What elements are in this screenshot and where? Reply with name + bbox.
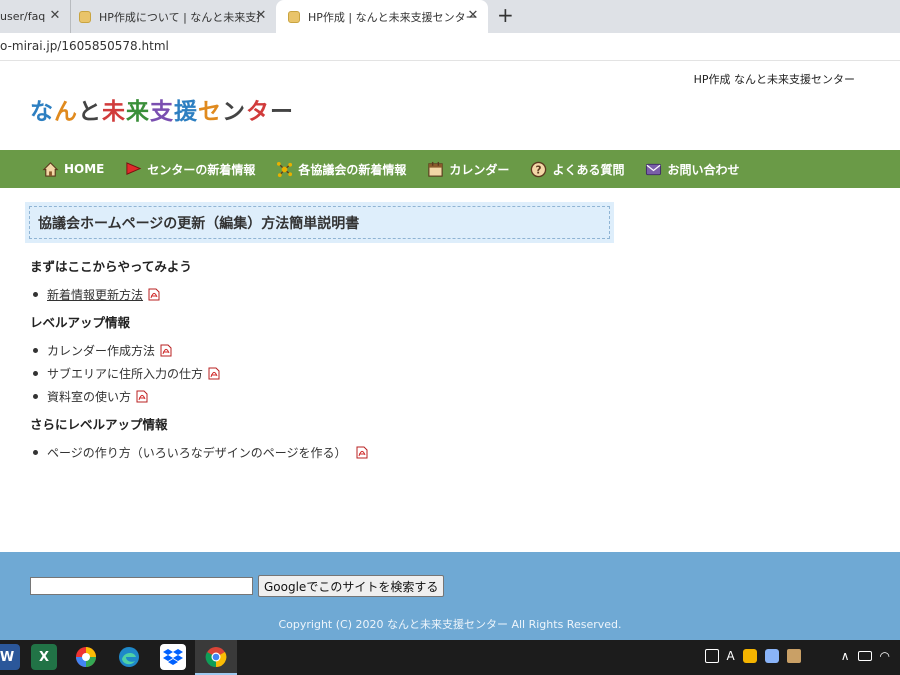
tray-app-icon[interactable] [786, 649, 801, 663]
site-search-input[interactable] [30, 577, 253, 595]
nav-label: カレンダー [449, 162, 510, 177]
browser-tab[interactable]: HP作成について | なんと未来支援セ ✕ [70, 0, 276, 33]
pdf-icon[interactable] [208, 367, 220, 380]
site-logo[interactable]: なんと未来支援センター [30, 92, 294, 126]
main-content: まずはここからやってみよう 新着情報更新方法 レベルアップ情報 カレンダー作成方… [30, 256, 630, 470]
pdf-icon[interactable] [136, 390, 148, 403]
browser-tab-strip: user/faq ✕ HP作成について | なんと未来支援セ ✕ HP作成 | … [0, 0, 900, 33]
chrome-icon[interactable] [195, 640, 237, 675]
tray-app-icon[interactable] [742, 649, 757, 663]
page-title-box: 協議会ホームページの更新（編集）方法簡単説明書 [25, 202, 614, 243]
logo-char: 未 [102, 99, 126, 125]
address-bar[interactable]: o-mirai.jp/1605850578.html [0, 33, 900, 61]
tab-label: user/faq [0, 10, 46, 23]
logo-char: ん [54, 99, 78, 125]
logo-char: 来 [126, 99, 150, 125]
browser-tab[interactable]: user/faq ✕ [0, 0, 70, 33]
section-heading: さらにレベルアップ情報 [30, 417, 168, 432]
main-nav: HOME センターの新着情報 各協議会の新着情報 カレンダー ? よくある質問 … [0, 150, 900, 188]
nav-item-faq[interactable]: ? よくある質問 [530, 161, 624, 178]
question-icon: ? [531, 161, 547, 177]
section-heading: レベルアップ情報 [30, 315, 131, 330]
flag-icon [126, 161, 142, 175]
nav-label: センターの新着情報 [147, 162, 256, 177]
mail-icon [646, 163, 662, 175]
web-page: HP作成 なんと未来支援センター なんと未来支援センター HOME センターの新… [0, 62, 900, 640]
edge-icon[interactable] [116, 644, 142, 670]
home-icon [42, 161, 59, 177]
logo-char: 支 [150, 99, 174, 125]
nav-item-home[interactable]: HOME [42, 161, 104, 178]
favicon-icon [288, 10, 300, 23]
copyright-text: Copyright (C) 2020 なんと未来支援センター All Right… [278, 618, 622, 631]
pdf-icon[interactable] [148, 288, 160, 301]
google-search-button[interactable]: Googleでこのサイトを検索する [258, 575, 445, 597]
clipboard-icon[interactable] [704, 649, 719, 663]
ime-indicator[interactable]: A [727, 649, 735, 663]
nav-item-center-news[interactable]: センターの新着情報 [125, 161, 255, 178]
tab-close-icon[interactable]: ✕ [254, 9, 268, 23]
photos-icon[interactable] [73, 644, 99, 670]
battery-icon[interactable] [857, 651, 872, 661]
logo-char: タ [246, 99, 270, 125]
browser-tab-active[interactable]: HP作成 | なんと未来支援センター ✕ [276, 0, 488, 33]
word-icon[interactable]: W [0, 644, 20, 670]
system-tray: A ∧ ◠ [704, 649, 890, 663]
logo-char: な [30, 99, 54, 125]
pdf-icon[interactable] [160, 344, 172, 357]
document-list: ページの作り方（いろいろなデザインのページを作る） [30, 441, 630, 464]
logo-char: 援 [174, 99, 198, 125]
nav-item-council-news[interactable]: 各協議会の新着情報 [276, 161, 406, 178]
tab-close-icon[interactable]: ✕ [48, 9, 62, 23]
nav-label: お問い合わせ [667, 162, 740, 177]
calendar-icon [428, 161, 444, 177]
logo-char: ン [222, 99, 246, 125]
document-list: カレンダー作成方法 サブエリアに住所入力の仕方 資料室の使い方 [30, 339, 630, 408]
svg-text:?: ? [536, 164, 542, 176]
page-title: 協議会ホームページの更新（編集）方法簡単説明書 [29, 206, 610, 239]
new-tab-button[interactable]: + [497, 5, 514, 25]
dropbox-icon[interactable] [160, 644, 186, 670]
logo-char: と [78, 99, 102, 125]
list-item: サブエリアに住所入力の仕方 [30, 362, 630, 385]
tab-label: HP作成 | なんと未来支援センター [308, 10, 477, 24]
logo-char: ー [270, 99, 294, 125]
nav-item-calendar[interactable]: カレンダー [427, 161, 509, 178]
network-icon [277, 161, 293, 177]
document-list: 新着情報更新方法 [30, 283, 630, 306]
doc-link-page-design[interactable]: ページの作り方（いろいろなデザインのページを作る） [47, 444, 347, 461]
logo-char: セ [198, 99, 222, 125]
list-item: 資料室の使い方 [30, 385, 630, 408]
nav-item-contact[interactable]: お問い合わせ [645, 161, 739, 178]
tab-close-icon[interactable]: ✕ [466, 9, 480, 23]
nav-label: 各協議会の新着情報 [298, 162, 407, 177]
site-footer: Googleでこのサイトを検索する Copyright (C) 2020 なんと… [0, 552, 900, 640]
windows-taskbar: W X A ∧ ◠ [0, 640, 900, 675]
list-item: ページの作り方（いろいろなデザインのページを作る） [30, 441, 630, 464]
url-text[interactable]: o-mirai.jp/1605850578.html [0, 39, 169, 53]
doc-link-library[interactable]: 資料室の使い方 [47, 388, 131, 405]
favicon-icon [79, 10, 91, 23]
list-item: 新着情報更新方法 [30, 283, 630, 306]
list-item: カレンダー作成方法 [30, 339, 630, 362]
chevron-up-icon[interactable]: ∧ [841, 649, 850, 663]
doc-link-news-update[interactable]: 新着情報更新方法 [47, 286, 143, 303]
excel-icon[interactable]: X [31, 644, 57, 670]
nav-label: HOME [64, 162, 105, 176]
tab-label: HP作成について | なんと未来支援セ [99, 10, 259, 24]
section-heading: まずはここからやってみよう [30, 259, 192, 274]
tray-app-icon[interactable] [764, 649, 779, 663]
doc-link-subarea-address[interactable]: サブエリアに住所入力の仕方 [47, 365, 203, 382]
nav-label: よくある質問 [552, 162, 625, 177]
pdf-icon[interactable] [356, 446, 368, 459]
doc-link-calendar[interactable]: カレンダー作成方法 [47, 342, 155, 359]
wifi-icon[interactable]: ◠ [880, 649, 890, 663]
site-tagline: HP作成 なんと未来支援センター [693, 73, 855, 86]
